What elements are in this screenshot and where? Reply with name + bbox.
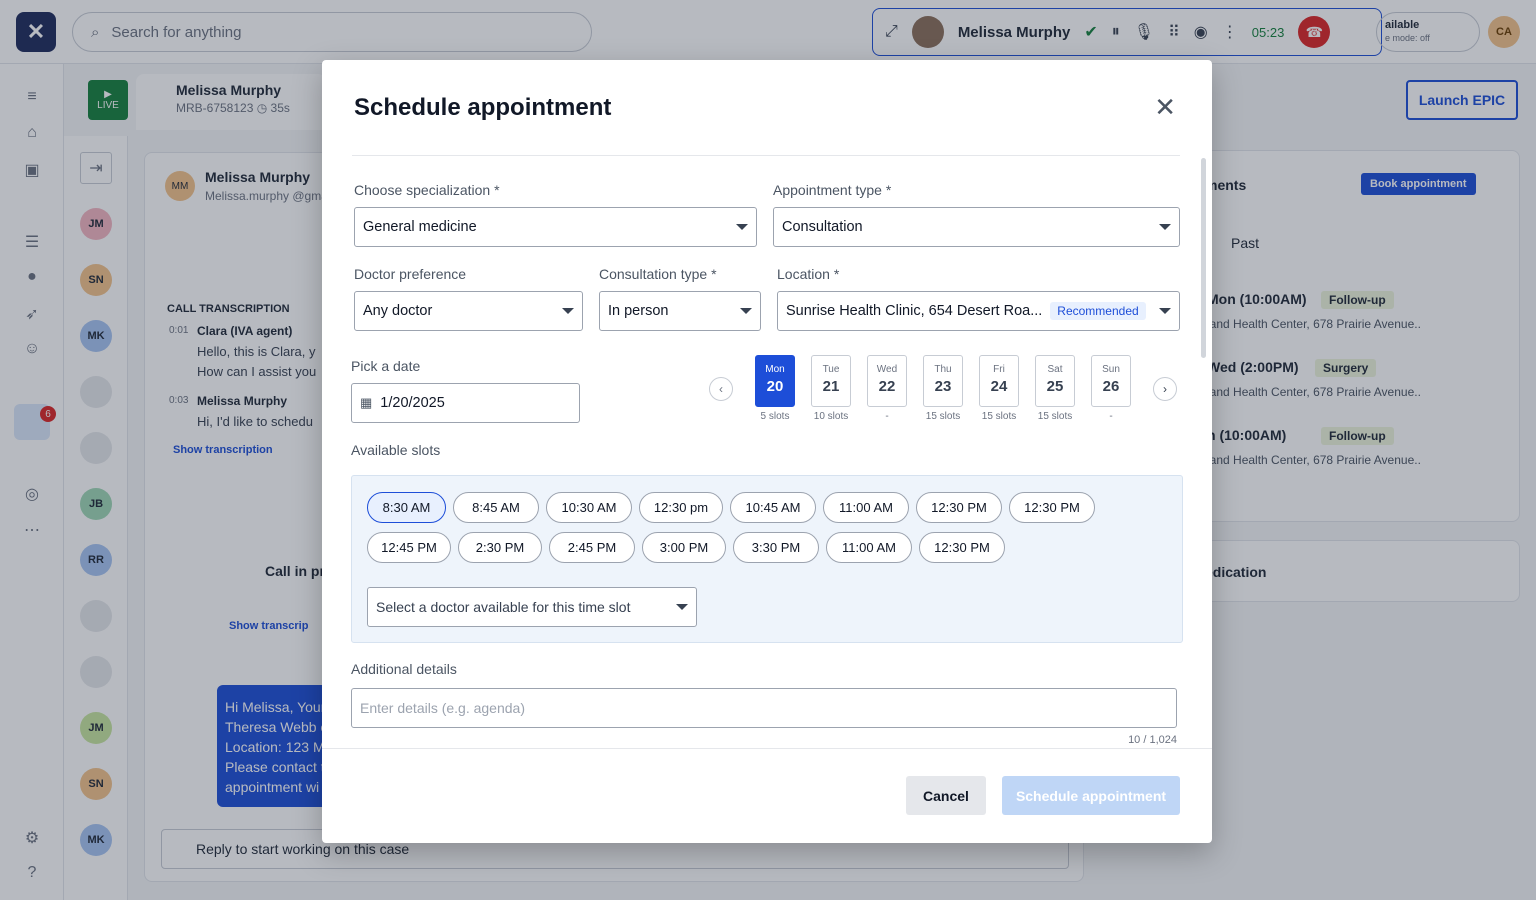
close-icon[interactable]: ✕ [1154,94,1176,120]
chevron-down-icon [740,308,752,314]
day-slot-count: 15 slots [925,411,961,422]
time-slot-button[interactable]: 12:30 pm [639,492,723,523]
location-select[interactable]: Sunrise Health Clinic, 654 Desert Roa...… [777,291,1180,331]
time-slot-button[interactable]: 12:30 PM [1009,492,1095,523]
consultation-type-value: In person [608,303,669,319]
chevron-down-icon [1159,224,1171,230]
chevron-down-icon [676,604,688,610]
specialization-value: General medicine [363,219,477,235]
day-slot-count: - [1109,411,1113,422]
day-number: 23 [934,378,952,395]
location-value: Sunrise Health Clinic, 654 Desert Roa... [786,303,1043,319]
day-of-week: Sat [1047,364,1063,375]
day-number: 21 [822,378,840,395]
day-slot-count: 10 slots [813,411,849,422]
time-slot-button[interactable]: 12:30 PM [916,492,1002,523]
additional-details-label: Additional details [351,661,457,677]
day-option[interactable]: Fri 24 [979,355,1019,407]
chevron-left-icon: ‹ [719,382,723,396]
appointment-type-select[interactable]: Consultation [773,207,1180,247]
next-week-button[interactable]: › [1153,377,1177,401]
appointment-type-value: Consultation [782,219,863,235]
cancel-button[interactable]: Cancel [906,776,986,815]
doctor-preference-value: Any doctor [363,303,433,319]
day-number: 22 [878,378,896,395]
day-slot-count: 15 slots [1037,411,1073,422]
day-slot-count: 15 slots [981,411,1017,422]
recommended-badge: Recommended [1050,302,1146,320]
available-slots-label: Available slots [351,442,441,458]
doctor-preference-label: Doctor preference [354,266,467,282]
day-number: 20 [766,378,784,395]
chevron-down-icon [1159,308,1171,314]
scrollbar[interactable] [1201,158,1206,358]
time-slot-button[interactable]: 12:30 PM [919,532,1005,563]
calendar-icon: ▦ [360,395,373,410]
time-slot-button[interactable]: 10:30 AM [546,492,632,523]
day-of-week: Wed [876,364,898,375]
doctor-slot-select[interactable]: Select a doctor available for this time … [367,587,697,627]
time-slot-button[interactable]: 10:45 AM [730,492,816,523]
pick-date-label: Pick a date [351,358,421,374]
divider [352,155,1180,156]
specialization-label: Choose specialization * [354,182,500,198]
day-of-week: Tue [822,364,840,375]
day-option[interactable]: Wed 22 [867,355,907,407]
day-slot-count: - [885,411,889,422]
day-option[interactable]: Tue 21 [811,355,851,407]
schedule-appointment-button[interactable]: Schedule appointment [1002,776,1180,815]
time-slot-button[interactable]: 2:45 PM [549,532,635,563]
specialization-select[interactable]: General medicine [354,207,757,247]
day-of-week: Thu [934,364,952,375]
chevron-down-icon [562,308,574,314]
consultation-type-label: Consultation type * [599,266,717,282]
dialog-title: Schedule appointment [354,94,612,121]
chevron-right-icon: › [1163,382,1167,396]
chevron-down-icon [736,224,748,230]
location-label: Location * [777,266,840,282]
time-slot-button[interactable]: 11:00 AM [823,492,909,523]
day-of-week: Fri [993,364,1005,375]
doctor-slot-placeholder: Select a doctor available for this time … [376,599,631,615]
time-slot-button[interactable]: 12:45 PM [367,532,451,563]
day-option[interactable]: Sat 25 [1035,355,1075,407]
day-option[interactable]: Sun 26 [1091,355,1131,407]
date-input[interactable]: ▦ 1/20/2025 [351,383,580,423]
day-slot-count: 5 slots [760,411,790,422]
time-slot-button[interactable]: 3:30 PM [733,532,819,563]
day-option[interactable]: Thu 23 [923,355,963,407]
date-value: 1/20/2025 [380,395,445,411]
time-slot-button[interactable]: 2:30 PM [458,532,542,563]
day-number: 24 [990,378,1008,395]
footer-divider [322,748,1212,749]
time-slot-button[interactable]: 11:00 AM [826,532,912,563]
time-slot-button[interactable]: 8:45 AM [453,492,539,523]
time-slot-button[interactable]: 8:30 AM [367,492,446,523]
day-number: 26 [1102,378,1120,395]
day-option[interactable]: Mon 20 [755,355,795,407]
time-slot-button[interactable]: 3:00 PM [642,532,726,563]
previous-week-button[interactable]: ‹ [709,377,733,401]
doctor-preference-select[interactable]: Any doctor [354,291,583,331]
day-number: 25 [1046,378,1064,395]
schedule-appointment-dialog: Schedule appointment ✕ Choose specializa… [322,60,1212,843]
appointment-type-label: Appointment type * [773,182,892,198]
day-of-week: Mon [765,364,785,375]
day-of-week: Sun [1102,364,1120,375]
character-counter: 10 / 1,024 [1128,734,1177,746]
slots-container: 8:30 AM 8:45 AM 10:30 AM 12:30 pm 10:45 AM 11… [351,475,1183,643]
consultation-type-select[interactable]: In person [599,291,761,331]
additional-details-input[interactable]: Enter details (e.g. agenda) [351,688,1177,728]
